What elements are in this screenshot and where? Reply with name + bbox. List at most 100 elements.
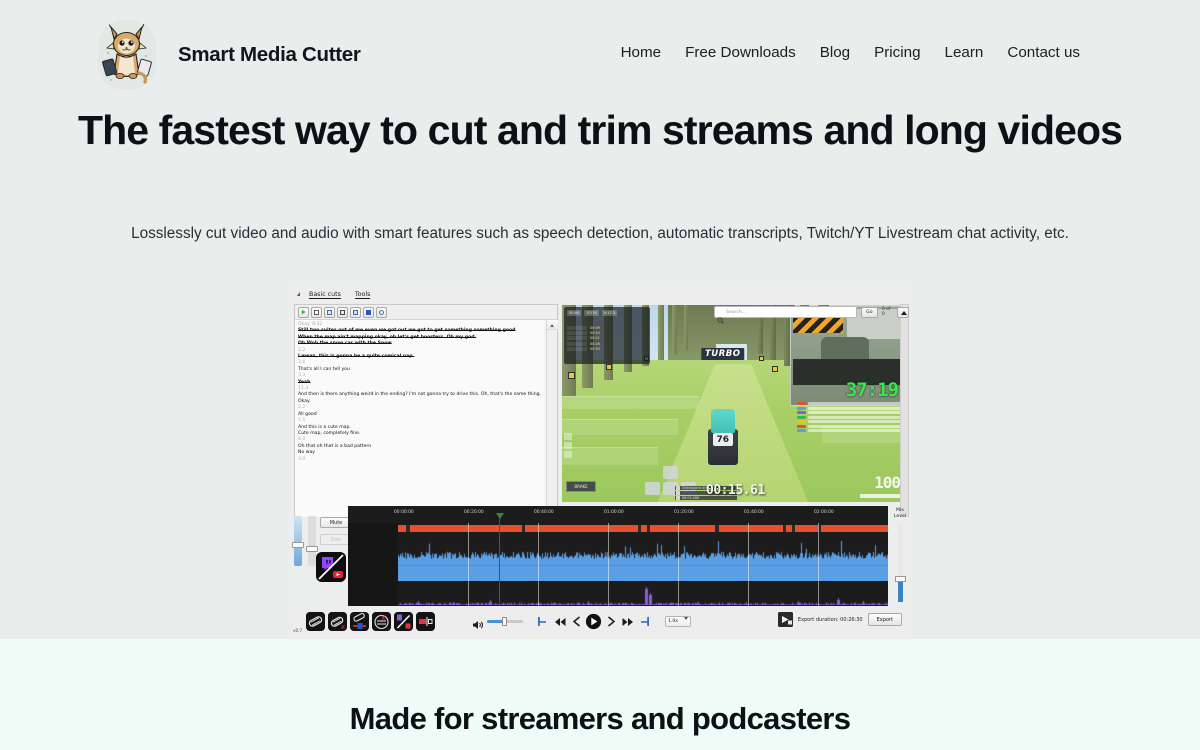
menu-item-basic-cuts[interactable]: Basic cuts — [302, 290, 348, 299]
nav-item-learn[interactable]: Learn — [933, 44, 996, 61]
timeline-tick: 00:00:00 — [394, 510, 414, 515]
speaker-icon[interactable] — [472, 616, 484, 629]
volume-slider[interactable] — [487, 617, 523, 626]
timeline-gridline — [748, 523, 749, 606]
hud-icon — [564, 442, 572, 449]
play-icon[interactable] — [585, 612, 602, 631]
hud-side-icons — [564, 433, 572, 460]
arrow-up-icon[interactable] — [897, 306, 909, 318]
nav-item-pricing[interactable]: Pricing — [862, 44, 932, 61]
duplicate-icon[interactable] — [350, 306, 361, 318]
brand-name: Smart Media Cutter — [178, 43, 361, 66]
slider-knob[interactable] — [895, 576, 906, 582]
svg-text:x: x — [381, 613, 386, 622]
speed-bar — [860, 494, 900, 498]
timeline-gridline — [608, 523, 609, 606]
playhead[interactable] — [496, 513, 504, 606]
mark-out-icon[interactable] — [636, 612, 653, 631]
cut-region-icon[interactable] — [306, 612, 325, 631]
skip-forward-icon[interactable] — [619, 612, 636, 631]
player-car: 76 — [706, 407, 740, 466]
track-volume-slider[interactable] — [292, 516, 304, 566]
chat-activity-waveform[interactable] — [398, 583, 888, 605]
chat-line — [797, 420, 902, 423]
timeline-gridline — [468, 523, 469, 606]
nav-item-free-downloads[interactable]: Free Downloads — [673, 44, 808, 61]
app-bottom-bar: v0.7 x x 1.0x Export duration: 00:26:30 … — [290, 606, 910, 639]
search-go-button[interactable]: Go — [860, 306, 878, 318]
nav-item-blog[interactable]: Blog — [808, 44, 862, 61]
search-controls: Search... Go 0 of 0 — [714, 306, 910, 324]
skip-back-icon[interactable] — [551, 612, 568, 631]
twitch-youtube-icon[interactable] — [316, 552, 346, 582]
lynx-mascot-icon — [98, 20, 156, 90]
play-green-icon[interactable] — [298, 306, 309, 318]
clip-region-bar[interactable] — [398, 525, 888, 532]
hud-chip: 0:17.3 — [601, 310, 618, 316]
timeline-region: Mute Solo 00:00:00 00:20:00 00:40:00 01:… — [290, 506, 910, 606]
video-frame: TURBO 76 00:00 37/19 0:17.3 00:09 00:14 … — [562, 305, 904, 502]
search-placeholder: Search... — [726, 309, 747, 315]
split-marker-icon[interactable] — [394, 612, 413, 631]
slider-knob[interactable] — [292, 542, 304, 548]
export-video-icon[interactable] — [777, 612, 793, 627]
track-pan-slider[interactable] — [306, 516, 318, 566]
tool-icon-group: x x — [306, 612, 435, 631]
video-preview[interactable]: TURBO 76 00:00 37/19 0:17.3 00:09 00:14 … — [562, 305, 904, 502]
car-cabin — [710, 409, 735, 434]
merge-region-icon[interactable] — [350, 612, 369, 631]
app-menubar: Basic cuts Tools — [290, 286, 910, 302]
brand-logo-group[interactable]: Smart Media Cutter — [98, 20, 361, 90]
stop-square-icon[interactable] — [363, 306, 374, 318]
mark-in-icon[interactable] — [534, 612, 551, 631]
chat-line — [797, 429, 902, 432]
track-step — [562, 419, 679, 435]
copy-icon[interactable] — [311, 306, 322, 318]
chat-line — [797, 406, 902, 410]
stream-timer: 37:19 — [845, 379, 899, 401]
playback-speed-select[interactable]: 1.0x — [665, 616, 691, 627]
car-number: 76 — [712, 433, 733, 447]
step-back-icon[interactable] — [568, 612, 585, 631]
transcript-line: 3.0 — [298, 456, 306, 462]
nav-item-contact-us[interactable]: Contact us — [995, 44, 1092, 61]
refresh-circle-icon[interactable] — [376, 306, 387, 318]
slider-knob[interactable] — [502, 617, 507, 626]
search-input[interactable]: Search... — [714, 306, 857, 324]
transcript-text-area[interactable]: Okay. 8:32 Still two suites out of me ev… — [295, 320, 544, 517]
timeline-tracks[interactable] — [348, 523, 888, 606]
timeline-ruler[interactable]: 00:00:00 00:20:00 00:40:00 01:00:00 01:2… — [348, 506, 888, 523]
timeline-gridline — [538, 523, 539, 606]
nav-item-home[interactable]: Home — [609, 44, 674, 61]
hud-leaderboard-row: 00:33 — [567, 346, 606, 351]
mix-level-slider[interactable] — [895, 524, 906, 602]
step-forward-icon[interactable] — [602, 612, 619, 631]
remove-silence-icon[interactable]: x — [372, 612, 391, 631]
save-disk-icon[interactable] — [337, 306, 348, 318]
transcript-scrollbar[interactable] — [546, 320, 558, 517]
transcript-line: And then is there anything weird in the … — [298, 392, 541, 404]
hero-subtitle: Losslessly cut video and audio with smar… — [131, 225, 1069, 242]
paste-icon[interactable] — [324, 306, 335, 318]
hero-section: Smart Media Cutter Home Free Downloads B… — [0, 0, 1200, 639]
search-match-count: 0 of 0 — [881, 307, 891, 317]
delete-region-icon[interactable]: x — [328, 612, 347, 631]
crop-frame-icon[interactable] — [416, 612, 435, 631]
transcript-toolbar — [295, 305, 557, 320]
timeline-gridline — [818, 523, 819, 606]
clip-gap — [715, 525, 719, 532]
audio-waveform[interactable] — [398, 541, 888, 581]
menu-item-tools[interactable]: Tools — [348, 290, 378, 299]
hud-icon — [564, 451, 572, 458]
scroll-up-icon[interactable] — [547, 320, 558, 330]
timeline-tick: 00:40:00 — [534, 510, 554, 515]
timeline-tick: 01:40:00 — [744, 510, 764, 515]
export-button[interactable]: Export — [867, 613, 902, 626]
slider-knob[interactable] — [306, 546, 318, 552]
track-step — [562, 395, 699, 410]
version-label: v0.7 — [293, 628, 303, 633]
svg-text:x: x — [341, 623, 345, 631]
clip-gap — [792, 525, 795, 532]
landing-page: Smart Media Cutter Home Free Downloads B… — [0, 0, 1200, 750]
track-sign-icon — [772, 366, 778, 373]
